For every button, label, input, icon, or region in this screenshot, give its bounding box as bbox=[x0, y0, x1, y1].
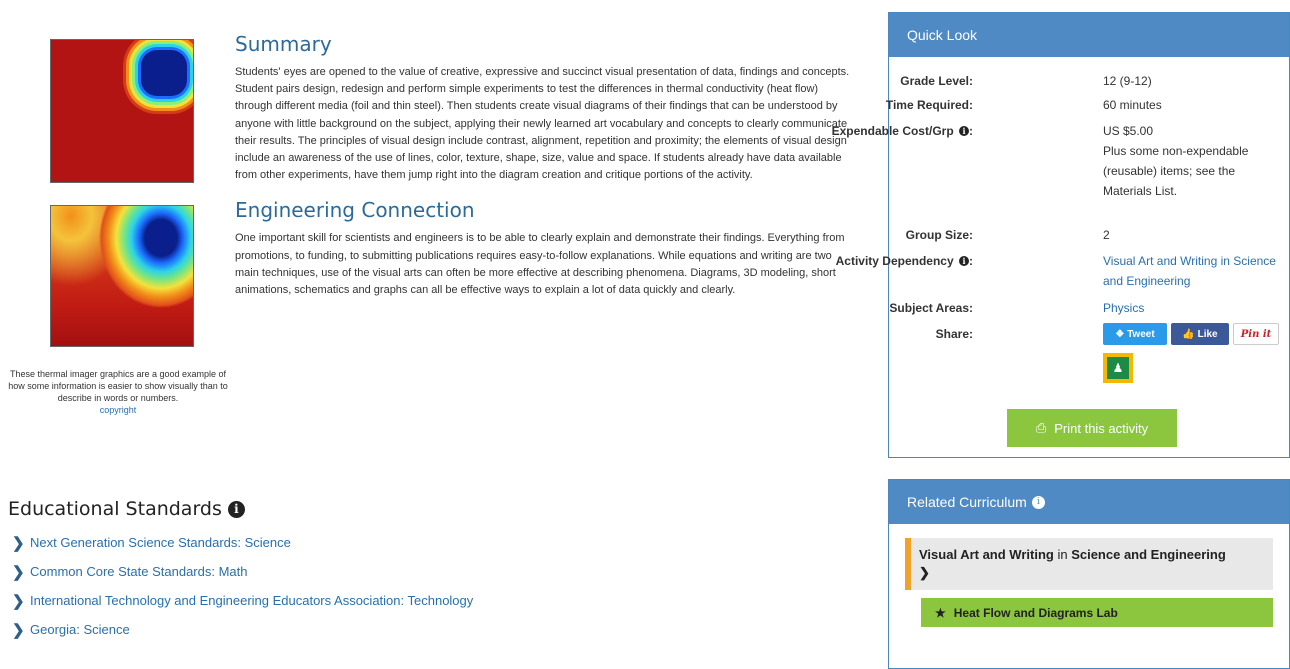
standard-item[interactable]: ❯ International Technology and Engineeri… bbox=[8, 586, 868, 615]
dependency-label-text: Activity Dependency bbox=[835, 254, 954, 268]
related-heading: Related Curriculum i bbox=[889, 480, 1289, 524]
pin-button[interactable]: Pin it bbox=[1233, 323, 1279, 345]
chevron-right-icon: ❯ bbox=[12, 563, 25, 581]
standard-item[interactable]: ❯ Next Generation Science Standards: Sci… bbox=[8, 528, 868, 557]
thermal-image-foil bbox=[38, 30, 198, 190]
thermal-image-steel bbox=[38, 196, 198, 356]
info-icon[interactable]: i bbox=[227, 500, 245, 518]
standard-item[interactable]: ❯ Georgia: Science bbox=[8, 615, 868, 644]
printer-icon: ⎙ bbox=[1035, 420, 1047, 435]
share-buttons: ❖ Tweet 👍 Like Pin it bbox=[1103, 323, 1279, 345]
related-child-item[interactable]: ★ Heat Flow and Diagrams Lab bbox=[921, 598, 1273, 627]
chevron-right-icon: ❯ bbox=[919, 565, 930, 580]
cost-amount: US $5.00 bbox=[1103, 124, 1154, 138]
heatmap-area bbox=[50, 205, 194, 347]
educational-standards: Educational Standards i ❯ Next Generatio… bbox=[8, 498, 868, 644]
tweet-button[interactable]: ❖ Tweet bbox=[1103, 323, 1167, 345]
group-value: 2 bbox=[1103, 228, 1110, 242]
related-body: Visual Art and Writing in Science and En… bbox=[889, 524, 1289, 641]
standard-label[interactable]: International Technology and Engineering… bbox=[30, 593, 473, 608]
like-button[interactable]: 👍 Like bbox=[1171, 323, 1229, 345]
dependency-label: Activity Dependency i: bbox=[835, 254, 973, 268]
share-label: Share: bbox=[935, 327, 973, 341]
dependency-value: Visual Art and Writing in Science and En… bbox=[1103, 251, 1283, 291]
heatmap-area bbox=[50, 39, 194, 183]
info-icon[interactable]: i bbox=[1031, 495, 1045, 509]
info-icon[interactable]: i bbox=[959, 126, 969, 136]
child-title: Heat Flow and Diagrams Lab bbox=[953, 605, 1118, 620]
chevron-right-icon: ❯ bbox=[12, 534, 25, 552]
cost-label-text: Expendable Cost/Grp bbox=[831, 124, 954, 138]
classroom-icon: ♟ bbox=[1107, 357, 1129, 379]
figure-caption: These thermal imager graphics are a good… bbox=[0, 368, 236, 416]
group-label: Group Size: bbox=[905, 228, 973, 242]
related-parent-item[interactable]: Visual Art and Writing in Science and En… bbox=[905, 538, 1273, 590]
standard-label[interactable]: Georgia: Science bbox=[30, 622, 130, 637]
tweet-label: Tweet bbox=[1127, 328, 1155, 340]
engineering-heading: Engineering Connection bbox=[235, 198, 475, 223]
subject-label: Subject Areas: bbox=[889, 301, 973, 315]
standards-heading-text: Educational Standards bbox=[8, 498, 222, 520]
summary-heading: Summary bbox=[235, 32, 332, 56]
info-icon[interactable]: i bbox=[959, 256, 969, 266]
quick-look-panel: Quick Look Grade Level: 12 (9-12) Time R… bbox=[832, 12, 1290, 458]
grade-label: Grade Level: bbox=[900, 74, 973, 88]
standard-label[interactable]: Next Generation Science Standards: Scien… bbox=[30, 535, 291, 550]
chevron-right-icon: ❯ bbox=[12, 592, 25, 610]
grade-value: 12 (9-12) bbox=[1103, 74, 1152, 88]
dependency-link[interactable]: Visual Art and Writing in Science and En… bbox=[1103, 254, 1276, 288]
cost-value: US $5.00 Plus some non-expendable (reusa… bbox=[1103, 121, 1283, 201]
like-label: Like bbox=[1197, 328, 1218, 340]
time-value: 60 minutes bbox=[1103, 98, 1162, 112]
star-icon: ★ bbox=[935, 605, 946, 620]
cost-note: Plus some non-expendable (reusable) item… bbox=[1103, 144, 1249, 198]
main-content: Summary Students' eyes are opened to the… bbox=[235, 32, 857, 299]
cold-spot bbox=[141, 50, 187, 96]
google-classroom-button[interactable]: ♟ bbox=[1103, 353, 1133, 383]
summary-text: Students' eyes are opened to the value o… bbox=[235, 66, 850, 182]
standards-heading: Educational Standards i bbox=[8, 498, 868, 520]
standard-item[interactable]: ❯ Common Core State Standards: Math bbox=[8, 557, 868, 586]
related-heading-text: Related Curriculum bbox=[907, 494, 1027, 510]
parent-title-part: Science and Engineering bbox=[1071, 547, 1226, 562]
print-label: Print this activity bbox=[1054, 420, 1149, 436]
subject-value: Physics bbox=[1103, 298, 1283, 318]
print-button[interactable]: ⎙ Print this activity bbox=[1007, 409, 1177, 447]
time-label: Time Required: bbox=[885, 98, 973, 112]
thermal-figure: These thermal imager graphics are a good… bbox=[0, 30, 236, 416]
engineering-text: One important skill for scientists and e… bbox=[235, 232, 845, 297]
copyright-link[interactable]: copyright bbox=[4, 404, 232, 416]
thumbs-up-icon: 👍 bbox=[1182, 328, 1198, 340]
twitter-icon: ❖ bbox=[1115, 328, 1128, 340]
quick-look-heading: Quick Look bbox=[889, 13, 1289, 57]
chevron-right-icon: ❯ bbox=[12, 621, 25, 639]
parent-title-part: Visual Art and Writing bbox=[919, 547, 1054, 562]
cost-label: Expendable Cost/Grp i: bbox=[831, 124, 973, 138]
parent-title-joiner: in bbox=[1053, 547, 1072, 562]
standard-label[interactable]: Common Core State Standards: Math bbox=[30, 564, 248, 579]
subject-link[interactable]: Physics bbox=[1103, 301, 1144, 315]
caption-text: These thermal imager graphics are a good… bbox=[8, 369, 228, 403]
related-curriculum-panel: Related Curriculum i Visual Art and Writ… bbox=[888, 479, 1290, 669]
